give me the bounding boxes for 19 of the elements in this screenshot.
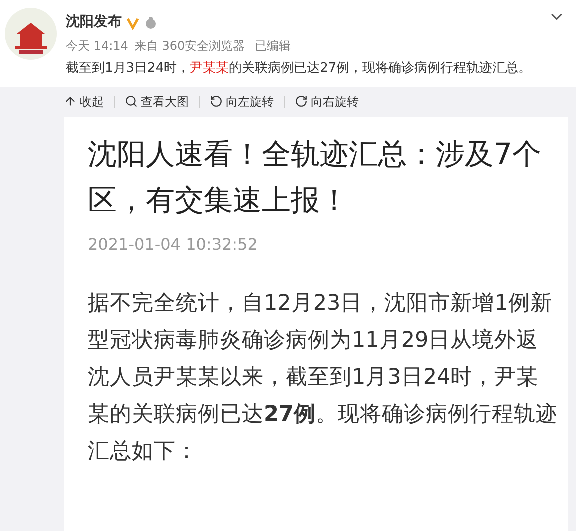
verified-icon bbox=[126, 16, 140, 30]
toolbar-button[interactable]: 向右旋转 bbox=[295, 92, 359, 110]
avatar-icon[interactable] bbox=[5, 8, 57, 60]
post-source: 来自 360安全浏览器 bbox=[134, 38, 246, 55]
search-icon bbox=[125, 95, 138, 108]
toolbar-button[interactable]: 向左旋转 bbox=[210, 92, 274, 110]
toolbar-button[interactable]: 收起 bbox=[64, 92, 104, 110]
post-text: 截至到1月3日24时，尹某某的关联病例已达27例，现将确诊病例行程轨迹汇总。 bbox=[66, 60, 532, 78]
toolbar-button[interactable]: 查看大图 bbox=[125, 92, 189, 110]
author-name[interactable]: 沈阳发布 bbox=[66, 12, 122, 33]
article-title: 沈阳人速看！全轨迹汇总：涉及7个区，有交集速上报！ bbox=[88, 136, 542, 218]
edited-label[interactable]: 已编辑 bbox=[255, 37, 292, 55]
arrow-up-icon bbox=[64, 95, 77, 108]
article-date: 2021-01-04 10:32:52 bbox=[88, 234, 259, 256]
post-time[interactable]: 今天 14:14 bbox=[66, 37, 128, 55]
article-body: 据不完全统计，自12月23日，沈阳市新增1例新型冠状病毒肺炎确诊病例为11月29日从境外返沈人员尹某某以来，截至到1月3日24时，尹某某的关联病例已达27例。现将确诊病例行程轨迹汇总如下： bbox=[88, 290, 558, 466]
rotate-right-icon bbox=[295, 95, 308, 108]
article-image[interactable]: 沈阳人速看！全轨迹汇总：涉及7个区，有交集速上报！ 2021-01-04 10:32:52 据不完全统计，自12月23日，沈阳市新增1例新型冠状病毒肺炎确诊病例为11月29日从境外返沈人员尹某某以来，截至到1月3日24时，尹某某的关联病例已达27例。现将确诊病例行程轨迹汇总如下： bbox=[64, 116, 568, 531]
rotate-left-icon bbox=[210, 95, 223, 108]
